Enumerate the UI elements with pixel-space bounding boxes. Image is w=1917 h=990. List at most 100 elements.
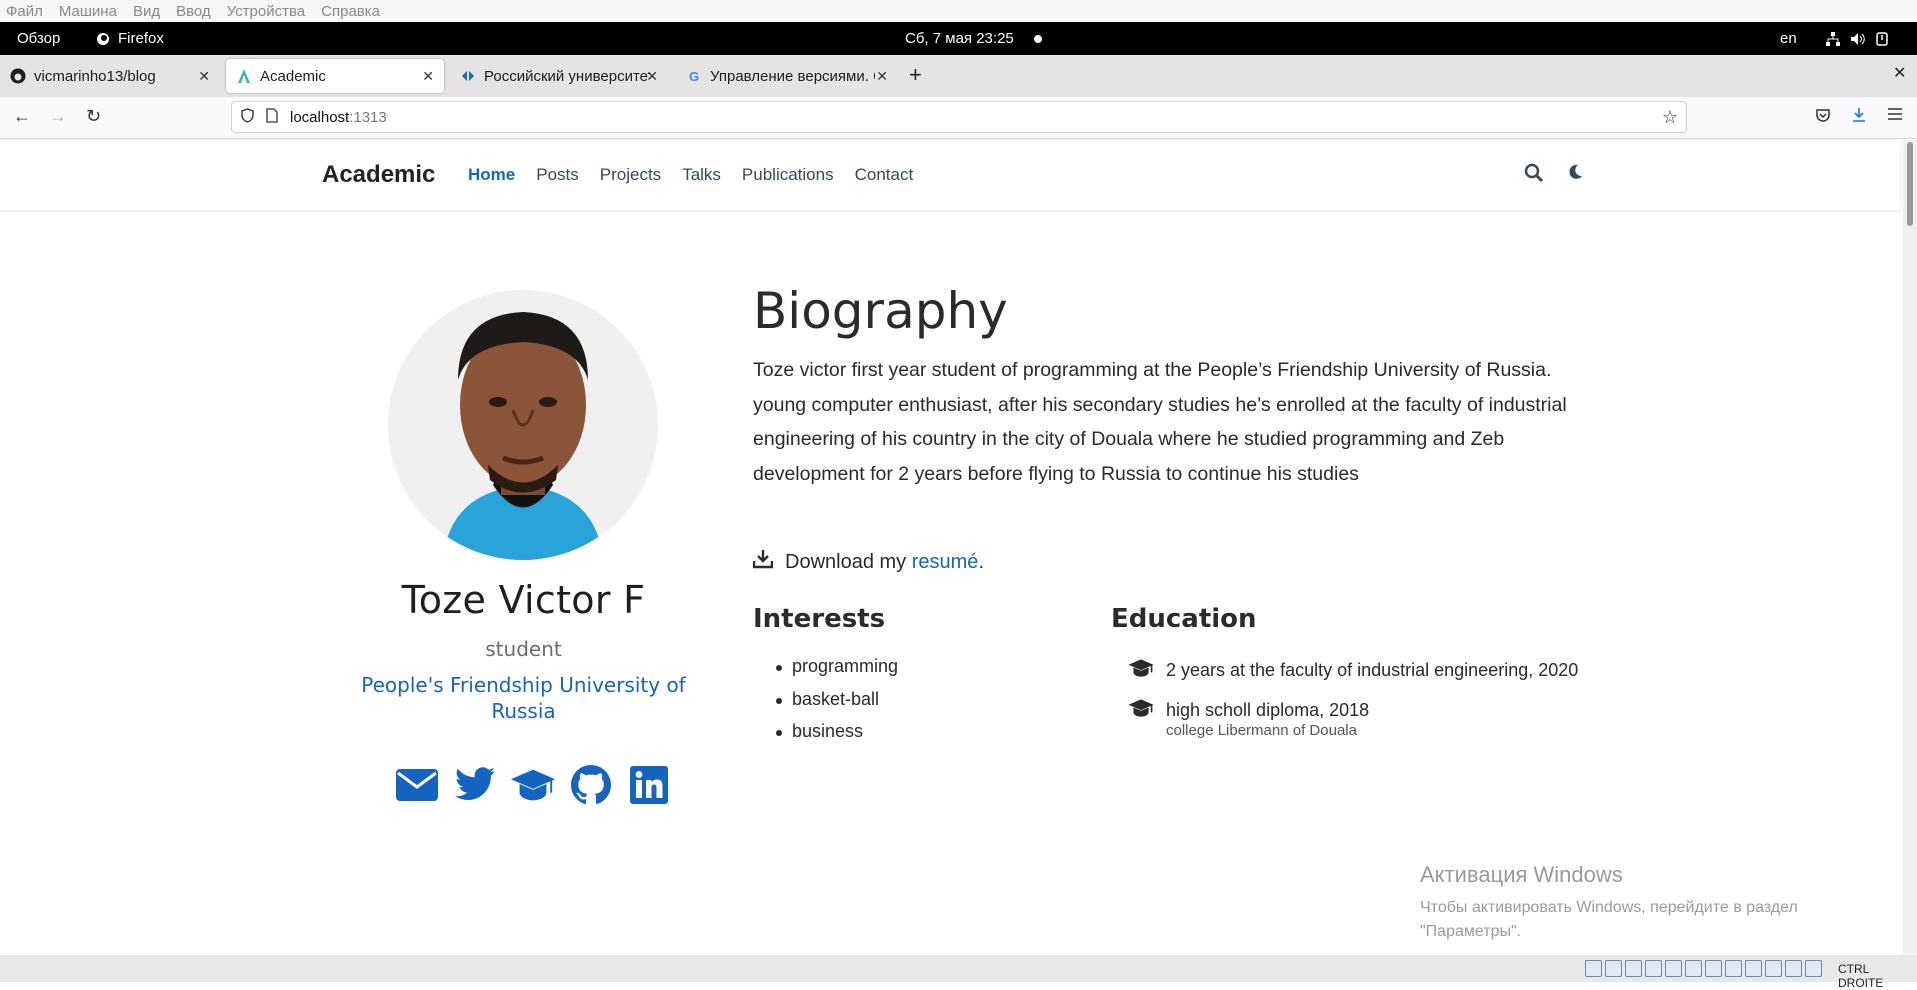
clock[interactable]: Сб, 7 мая 23:25 [905, 30, 1014, 47]
watermark-title: Активация Windows [1420, 862, 1623, 887]
nav-talks[interactable]: Talks [682, 165, 721, 185]
app-menu-label: Firefox [118, 30, 164, 47]
rudn-icon [460, 68, 476, 84]
linkedin-icon[interactable] [626, 762, 672, 808]
close-tab-icon[interactable]: ✕ [198, 68, 210, 85]
download-suffix: . [978, 550, 984, 573]
bookmark-star-icon[interactable]: ☆ [1662, 107, 1678, 128]
keyboard-capture-icon[interactable] [1785, 960, 1802, 977]
graduation-cap-icon[interactable] [510, 762, 556, 808]
system-tray[interactable] [1826, 31, 1888, 46]
close-tab-icon[interactable]: ✕ [876, 68, 888, 85]
vbox-menu-view[interactable]: Вид [133, 3, 160, 20]
biography-title: Biography [753, 282, 1008, 340]
windows-activation-watermark: Активация Windows Чтобы активировать Win… [1420, 862, 1798, 944]
tab-title: Academic [260, 67, 326, 85]
activities-button[interactable]: Обзор [17, 30, 60, 47]
list-item: basket-ball [776, 689, 898, 722]
github-icon [10, 68, 26, 84]
close-tab-icon[interactable]: ✕ [646, 68, 658, 85]
page-scrollbar[interactable] [1903, 140, 1917, 955]
app-menu[interactable]: Firefox [96, 30, 164, 47]
site-menu: Home Posts Projects Talks Publications C… [468, 165, 913, 185]
url-host: localhost [290, 108, 350, 126]
site-tools [1524, 163, 1584, 189]
education-course: 2 years at the faculty of industrial eng… [1166, 660, 1579, 680]
gnome-top-bar: Обзор Firefox Сб, 7 мая 23:25 en [0, 22, 1917, 55]
vbox-status-bar: CTRL DROITE [0, 955, 1917, 990]
recording-icon[interactable] [1725, 960, 1742, 977]
scrollbar-thumb[interactable] [1907, 142, 1913, 226]
network-icon[interactable] [1645, 960, 1662, 977]
page-info-icon[interactable] [266, 108, 278, 126]
nav-contact[interactable]: Contact [855, 165, 914, 185]
tab-bar: vicmarinho13/blog ✕ Academic ✕ Российски… [0, 55, 1917, 97]
vbox-menu-machine[interactable]: Машина [59, 3, 117, 20]
education-list: 2 years at the faculty of industrial eng… [1128, 654, 1588, 747]
watermark-line: "Параметры". [1420, 923, 1522, 940]
network-icon [1826, 31, 1840, 46]
keyboard-layout[interactable]: en [1780, 30, 1797, 47]
url-port: :1313 [349, 108, 387, 126]
nav-posts[interactable]: Posts [536, 165, 579, 185]
resume-link[interactable]: resumé [912, 551, 979, 574]
reload-icon[interactable]: ↻ [86, 106, 101, 127]
address-bar[interactable]: localhost:1313 ☆ [231, 101, 1687, 133]
tracking-protection-icon[interactable] [241, 108, 254, 126]
display-icon[interactable] [1705, 960, 1722, 977]
list-item: business [776, 721, 898, 754]
nav-publications[interactable]: Publications [742, 165, 834, 185]
volume-icon [1851, 32, 1865, 45]
vbox-menu-file[interactable]: Файл [6, 3, 43, 20]
envelope-icon[interactable] [394, 762, 440, 808]
hamburger-menu-icon[interactable] [1887, 107, 1903, 126]
hdd-icon[interactable] [1585, 960, 1602, 977]
biography-text: Toze victor first year student of progra… [753, 359, 1567, 485]
vbox-menu-help[interactable]: Справка [321, 3, 380, 20]
forward-icon[interactable]: → [49, 106, 67, 127]
mouse-integration-icon[interactable] [1765, 960, 1782, 977]
download-icon [752, 549, 774, 575]
usb-icon[interactable] [1665, 960, 1682, 977]
new-tab-icon[interactable]: + [909, 62, 922, 88]
audio-icon[interactable] [1625, 960, 1642, 977]
tab-github-blog[interactable]: vicmarinho13/blog ✕ [0, 59, 220, 93]
tab-title: Российский университет [484, 67, 649, 85]
cpu-icon[interactable] [1745, 960, 1762, 977]
host-key-label: CTRL DROITE [1838, 962, 1884, 990]
notification-dot [1034, 35, 1042, 43]
power-icon [1876, 31, 1888, 46]
site-brand[interactable]: Academic [322, 161, 435, 189]
site-navbar: Academic Home Posts Projects Talks Publi… [0, 140, 1900, 210]
nav-projects[interactable]: Projects [600, 165, 661, 185]
nav-home[interactable]: Home [468, 165, 515, 185]
tab-title: Управление версиями. G [710, 67, 875, 85]
vbox-menu-devices[interactable]: Устройства [227, 3, 305, 20]
twitter-icon[interactable] [452, 762, 498, 808]
guest-additions-icon[interactable] [1805, 960, 1822, 977]
tab-academic[interactable]: Academic ✕ [226, 59, 444, 93]
tab-version-control[interactable]: G Управление версиями. G ✕ [676, 59, 898, 93]
profile-role: student [485, 637, 562, 661]
education-item: high scholl diploma, 2018 college Liberm… [1128, 694, 1588, 739]
navigation-toolbar: ← → ↻ localhost:1313 ☆ [0, 97, 1917, 139]
shared-folders-icon[interactable] [1685, 960, 1702, 977]
vbox-menubar: Файл Машина Вид Ввод Устройства Справка [0, 0, 1917, 22]
profile-organization[interactable]: People's Friendship University of Russia [330, 672, 717, 724]
graduation-cap-icon [1128, 658, 1154, 683]
education-title: Education [1111, 604, 1257, 634]
downloads-icon[interactable] [1851, 107, 1867, 128]
dark-mode-moon-icon[interactable] [1566, 163, 1584, 189]
tab-rudn[interactable]: Российский университет ✕ [450, 59, 668, 93]
optical-drive-icon[interactable] [1605, 960, 1622, 977]
education-item: 2 years at the faculty of industrial eng… [1128, 654, 1588, 686]
close-tab-icon[interactable]: ✕ [422, 68, 434, 85]
search-icon[interactable] [1524, 163, 1544, 189]
pocket-icon[interactable] [1815, 107, 1831, 128]
back-icon[interactable]: ← [13, 106, 31, 127]
tab-title: vicmarinho13/blog [34, 67, 156, 85]
watermark-line: Чтобы активировать Windows, перейдите в … [1420, 899, 1798, 916]
github-icon[interactable] [568, 762, 614, 808]
vbox-menu-input[interactable]: Ввод [176, 3, 211, 20]
close-window-icon[interactable]: ✕ [1893, 63, 1906, 83]
